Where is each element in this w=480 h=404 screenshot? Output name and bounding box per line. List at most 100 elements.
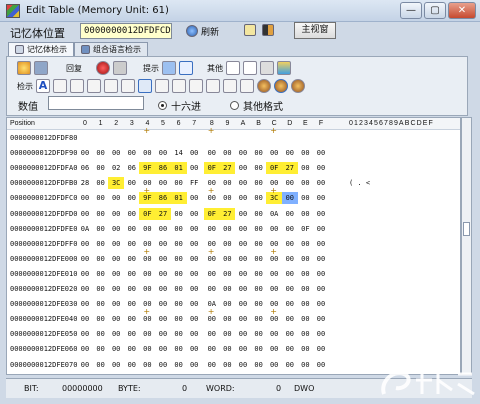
hex-cell[interactable]: 00 bbox=[93, 147, 109, 159]
table-row[interactable]: 0000000012DFDF90 00 00 00 00 00 00 14 00 00 00 00 00… bbox=[7, 147, 460, 159]
hex-cell[interactable] bbox=[155, 132, 171, 144]
table-row[interactable]: 0000000012DFDFD0 00 00 00 00 0F 27 00 00 0F 27 00 00… bbox=[7, 207, 460, 220]
hex-cell[interactable]: 00 bbox=[313, 268, 329, 280]
hex-cell[interactable]: 00 bbox=[124, 147, 140, 159]
hex-cell[interactable]: 00 bbox=[124, 177, 140, 189]
hex-cell[interactable]: 00 bbox=[124, 313, 140, 325]
hex-cell[interactable]: 00 bbox=[282, 238, 298, 250]
hex-cell[interactable] bbox=[282, 132, 298, 144]
hex-cell[interactable]: 00 bbox=[204, 223, 220, 235]
hex-cell[interactable]: 00 bbox=[219, 177, 235, 189]
hex-cell[interactable]: 00 bbox=[235, 313, 251, 325]
hex-cell[interactable]: 00 bbox=[139, 283, 155, 295]
hex-cell[interactable] bbox=[93, 132, 109, 144]
hex-cell[interactable]: 00 bbox=[282, 359, 298, 371]
hex-cell[interactable]: 00 bbox=[313, 343, 329, 355]
hex-cell[interactable]: 00 bbox=[219, 192, 235, 204]
hex-cell[interactable] bbox=[124, 132, 140, 144]
tab-memory-view[interactable]: 记忆体检示 bbox=[8, 42, 74, 56]
hex-cell[interactable]: 00 bbox=[139, 328, 155, 340]
hex-cell[interactable]: 00 bbox=[219, 223, 235, 235]
hex-orange-icon[interactable] bbox=[189, 79, 203, 93]
address-input[interactable]: 0000000012DFDFCD bbox=[80, 23, 172, 39]
table-row[interactable]: 0000000012DFE020 00 00 00 00 00 00 00 00 00 00 00 00… bbox=[7, 283, 460, 295]
hex-cell[interactable]: 00 bbox=[313, 223, 329, 235]
hex-cell[interactable]: 00 bbox=[124, 208, 140, 220]
hex-cell[interactable]: 00 bbox=[235, 343, 251, 355]
hex-cell[interactable]: 00 bbox=[297, 283, 313, 295]
hex-cell[interactable]: 00 bbox=[235, 223, 251, 235]
hex-cell[interactable]: 00 bbox=[297, 328, 313, 340]
hex-cell[interactable]: 00 bbox=[139, 223, 155, 235]
hex-cell[interactable]: 0F bbox=[203, 162, 220, 175]
hex-cell[interactable]: 00 bbox=[186, 328, 202, 340]
hex-cell[interactable]: 14 bbox=[171, 147, 187, 159]
hex-cell[interactable]: 00 bbox=[282, 223, 298, 235]
hex-cell[interactable]: 27 bbox=[219, 207, 236, 220]
hex-cell[interactable]: 00 bbox=[282, 147, 298, 159]
radio-other[interactable]: 其他格式 bbox=[230, 98, 283, 113]
bin-icon[interactable] bbox=[53, 79, 67, 93]
hex-cell[interactable]: 00 bbox=[282, 328, 298, 340]
hex-cell[interactable]: 00 bbox=[313, 208, 329, 220]
hex-cell[interactable]: 00 bbox=[77, 343, 93, 355]
hex-cell[interactable]: 00 bbox=[186, 223, 202, 235]
table-row[interactable]: 0000000012DFE040 00 00 00 00 00 00 00 00 00 00 00 00… bbox=[7, 313, 460, 325]
hex-cell[interactable]: 00 bbox=[219, 359, 235, 371]
hex-cell[interactable]: 27 bbox=[281, 162, 298, 175]
hex-cell[interactable] bbox=[251, 132, 267, 144]
hex-cell[interactable]: 00 bbox=[282, 343, 298, 355]
scroll-thumb[interactable] bbox=[463, 222, 470, 236]
hex-cell[interactable]: 00 bbox=[235, 328, 251, 340]
hex-cell[interactable]: 00 bbox=[297, 313, 313, 325]
hex-cell[interactable]: 00 bbox=[251, 253, 267, 265]
hex-cell[interactable]: 00 bbox=[186, 147, 202, 159]
hex-cell[interactable]: 00 bbox=[235, 253, 251, 265]
float-icon[interactable] bbox=[206, 79, 220, 93]
hex-cell[interactable]: 00 bbox=[171, 283, 187, 295]
hex-cell[interactable]: 00 bbox=[93, 283, 109, 295]
hex-cell[interactable]: 00 bbox=[251, 359, 267, 371]
hex-cell[interactable]: 00 bbox=[171, 238, 187, 250]
hex-cell[interactable] bbox=[77, 132, 93, 144]
hex-cell[interactable]: 27 bbox=[155, 207, 171, 220]
hex-cell[interactable]: 00 bbox=[266, 268, 282, 280]
maximize-button[interactable]: ▢ bbox=[424, 2, 446, 19]
hex-cell[interactable]: 00 bbox=[266, 223, 282, 235]
hex-cell[interactable]: 00 bbox=[219, 238, 235, 250]
hex-cell[interactable]: 00 bbox=[186, 343, 202, 355]
hex-cell[interactable]: 00 bbox=[297, 343, 313, 355]
hex-cell[interactable]: 00 bbox=[108, 343, 124, 355]
table-row[interactable]: 0000000012DFDFC0 00 00 00 00 9F 86 01 00 00 00 00 00… bbox=[7, 192, 460, 205]
radio-hex-dot[interactable] bbox=[158, 101, 167, 110]
hex-cell[interactable]: 00 bbox=[235, 298, 251, 310]
hex-cell[interactable]: 00 bbox=[186, 162, 202, 174]
hex-cell[interactable]: 00 bbox=[171, 208, 187, 220]
hex-cell[interactable]: 00 bbox=[297, 147, 313, 159]
hex-cell[interactable]: 00 bbox=[93, 343, 109, 355]
hex-cell[interactable]: 00 bbox=[313, 147, 329, 159]
hex-cell[interactable]: 00 bbox=[171, 328, 187, 340]
hex-cell[interactable]: 00 bbox=[108, 147, 124, 159]
table-row[interactable]: 0000000012DFE050 00 00 00 00 00 00 00 00 00 00 00 00… bbox=[7, 328, 460, 340]
hex-cell[interactable]: 00 bbox=[219, 328, 235, 340]
pointer-icon[interactable] bbox=[179, 61, 193, 75]
dec-red-icon[interactable] bbox=[104, 79, 118, 93]
hex-cell[interactable]: 00 bbox=[219, 298, 235, 310]
table-row[interactable]: 0000000012DFDFB0 28 00 3C 00 00 00 00 FF 00 00 00 00… bbox=[7, 177, 460, 190]
hex-cell[interactable] bbox=[313, 132, 329, 144]
hex-cell[interactable]: 00 bbox=[155, 313, 171, 325]
hex-cell[interactable]: 00 bbox=[77, 298, 93, 310]
hex-cell[interactable]: 00 bbox=[251, 238, 267, 250]
hex-cell[interactable]: 00 bbox=[171, 298, 187, 310]
table-row[interactable]: 0000000012DFDFE0 0A 00 00 00 00 00 00 00 00 00 00 00… bbox=[7, 223, 460, 235]
other-label[interactable]: 其他 bbox=[207, 63, 223, 74]
hex-cell[interactable]: 00 bbox=[251, 208, 267, 220]
hex-cell[interactable]: 00 bbox=[171, 253, 187, 265]
memory-grid[interactable]: Position 0123456789ABCDEF 0123456789ABCD… bbox=[6, 117, 461, 375]
hex-cell[interactable]: 00 bbox=[108, 253, 124, 265]
minimize-button[interactable]: — bbox=[400, 2, 422, 19]
hex-cell[interactable]: 00 bbox=[266, 343, 282, 355]
hex-cell[interactable]: 00 bbox=[204, 283, 220, 295]
hex-cell[interactable]: 00 bbox=[266, 283, 282, 295]
